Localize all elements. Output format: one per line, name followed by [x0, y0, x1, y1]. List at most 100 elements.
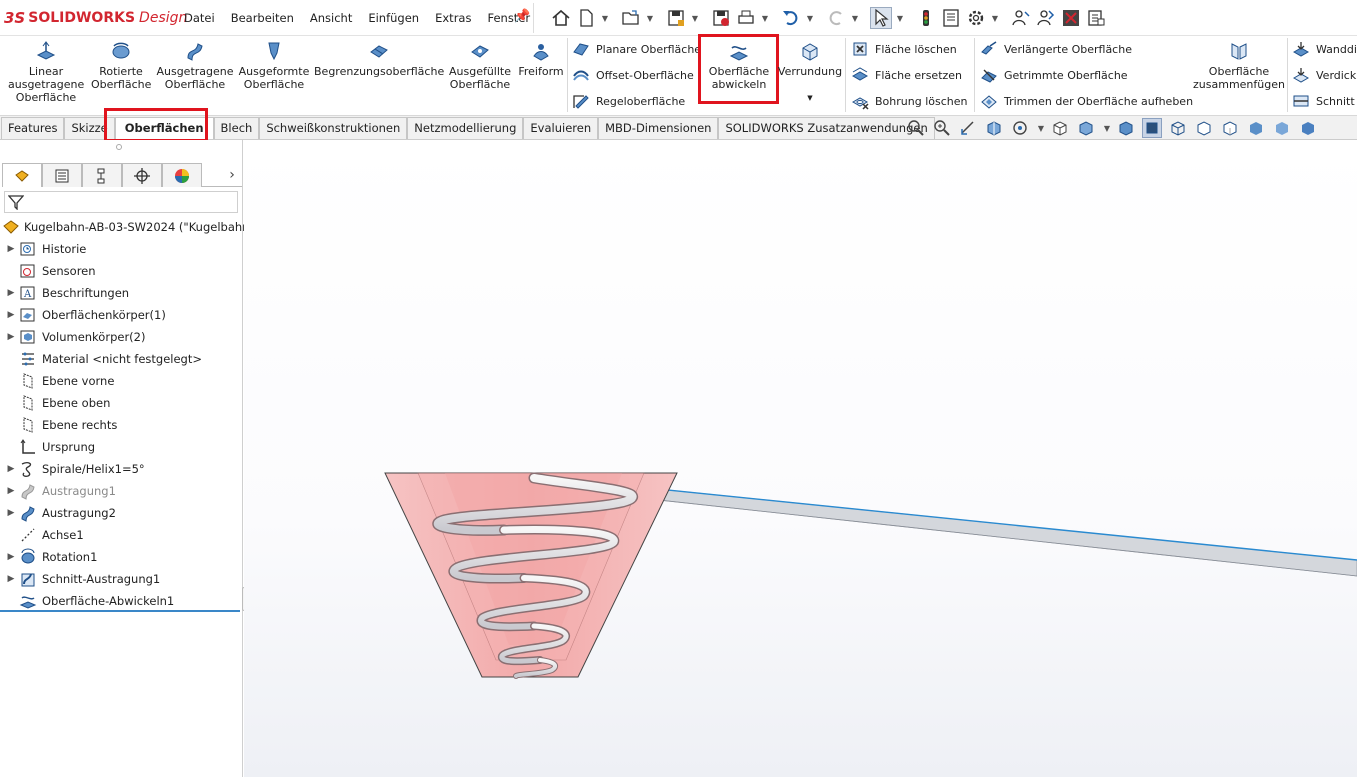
- property-manager-tab-icon[interactable]: [42, 163, 82, 187]
- delete-hole-button[interactable]: Bohrung löschen: [851, 91, 967, 111]
- feature-manager-tab-icon[interactable]: [2, 163, 42, 187]
- display-style-icon[interactable]: [1076, 118, 1096, 138]
- offset-surface-button[interactable]: Offset-Oberfläche: [572, 65, 694, 85]
- tree-item-solid-bodies[interactable]: ▶ Volumenkörper(2): [0, 326, 243, 348]
- save-icon[interactable]: [665, 7, 687, 29]
- previous-view-icon[interactable]: [958, 118, 978, 138]
- tab-features[interactable]: Features: [1, 117, 65, 139]
- expand-arrow-icon[interactable]: ▶: [4, 288, 18, 298]
- expand-arrow-icon[interactable]: ▶: [4, 244, 18, 254]
- wireframe-icon[interactable]: [1168, 118, 1188, 138]
- replace-face-button[interactable]: Fläche ersetzen: [851, 65, 962, 85]
- menu-ansicht[interactable]: Ansicht: [302, 11, 360, 25]
- swept-surface-button[interactable]: Ausgetragene Oberfläche: [156, 40, 234, 91]
- new-document-icon[interactable]: [575, 7, 597, 29]
- ruled-surface-button[interactable]: Regeloberfläche: [572, 91, 685, 111]
- options-gear-icon[interactable]: [965, 7, 987, 29]
- print-icon[interactable]: [735, 7, 757, 29]
- hidden-lines-removed-icon[interactable]: [1194, 118, 1214, 138]
- dynamic-annotation-icon[interactable]: [1010, 118, 1030, 138]
- configuration-manager-tab-icon[interactable]: [82, 163, 122, 187]
- expand-arrow-icon[interactable]: ▶: [4, 486, 18, 496]
- shaded-icon[interactable]: [1246, 118, 1266, 138]
- expand-arrow-icon[interactable]: ▶: [4, 574, 18, 584]
- menu-datei[interactable]: Datei: [176, 11, 223, 25]
- chevron-down-icon[interactable]: ▼: [990, 14, 1000, 23]
- realview-icon[interactable]: [1298, 118, 1318, 138]
- tree-item-beschriftungen[interactable]: ▶ A Beschriftungen: [0, 282, 243, 304]
- file-properties-icon[interactable]: [940, 7, 962, 29]
- select-cursor-icon[interactable]: [870, 7, 892, 29]
- hidden-lines-visible-icon[interactable]: [1142, 118, 1162, 138]
- expand-arrow-icon[interactable]: ▶: [4, 552, 18, 562]
- chevron-right-icon[interactable]: ›: [222, 163, 242, 186]
- user-settings-icon[interactable]: [1010, 7, 1032, 29]
- tree-item-axis1[interactable]: Achse1: [0, 524, 243, 546]
- tab-netzmodellierung[interactable]: Netzmodellierung: [407, 117, 524, 139]
- tree-item-revolve1[interactable]: ▶ Rotation1: [0, 546, 243, 568]
- shaded-perspective-icon[interactable]: [1272, 118, 1292, 138]
- chevron-down-icon[interactable]: ▼: [807, 92, 812, 105]
- extend-surface-button[interactable]: Verlängerte Oberfläche: [980, 39, 1132, 59]
- trim-surface-button[interactable]: Getrimmte Oberfläche: [980, 65, 1128, 85]
- tree-item-helix[interactable]: ▶ Spirale/Helix1=5°: [0, 458, 243, 480]
- menu-einfuegen[interactable]: Einfügen: [360, 11, 427, 25]
- chevron-down-icon[interactable]: ▼: [760, 14, 770, 23]
- redo-icon[interactable]: [825, 7, 847, 29]
- display-manager-tab-icon[interactable]: [162, 163, 202, 187]
- chevron-down-icon[interactable]: ▼: [805, 14, 815, 23]
- tree-root-part[interactable]: Kugelbahn-AB-03-SW2024 ("Kugelbahn-: [0, 216, 254, 238]
- tree-filter-input[interactable]: [4, 191, 238, 213]
- hidden-lines-gray-icon[interactable]: [1220, 118, 1240, 138]
- panel-resize-handle[interactable]: [116, 144, 122, 150]
- zoom-to-fit-icon[interactable]: [906, 118, 926, 138]
- chevron-down-icon[interactable]: ▼: [690, 14, 700, 23]
- tree-item-right-plane[interactable]: Ebene rechts: [0, 414, 243, 436]
- tree-item-surface-flatten1[interactable]: Oberfläche-Abwickeln1: [0, 590, 243, 612]
- expand-arrow-icon[interactable]: ▶: [4, 332, 18, 342]
- menu-extras[interactable]: Extras: [427, 11, 479, 25]
- toolbox-icon[interactable]: [1060, 7, 1082, 29]
- tab-schweisskonstruktionen[interactable]: Schweißkonstruktionen: [259, 117, 408, 139]
- tree-item-swept-cut1[interactable]: ▶ Schnitt-Austragung1: [0, 568, 243, 590]
- boundary-surface-button[interactable]: Begrenzungsoberfläche: [314, 40, 444, 78]
- tree-item-front-plane[interactable]: Ebene vorne: [0, 370, 243, 392]
- save-warning-icon[interactable]: [710, 7, 732, 29]
- lofted-surface-button[interactable]: Ausgeformte Oberfläche: [238, 40, 310, 91]
- dimxpert-manager-tab-icon[interactable]: [122, 163, 162, 187]
- tree-item-top-plane[interactable]: Ebene oben: [0, 392, 243, 414]
- zoom-to-area-icon[interactable]: [932, 118, 952, 138]
- open-folder-icon[interactable]: [620, 7, 642, 29]
- filled-surface-button[interactable]: Ausgefüllte Oberfläche: [446, 40, 514, 91]
- chevron-down-icon[interactable]: ▼: [645, 14, 655, 23]
- tree-item-origin[interactable]: Ursprung: [0, 436, 243, 458]
- tab-evaluieren[interactable]: Evaluieren: [523, 117, 599, 139]
- user-collaboration-icon[interactable]: [1035, 7, 1057, 29]
- pin-icon[interactable]: 📌: [514, 9, 530, 24]
- tree-item-sensoren[interactable]: Sensoren: [0, 260, 243, 282]
- thickened-cut-button[interactable]: Verdick: [1292, 65, 1356, 85]
- solidworks-logo[interactable]: 3S SOLIDWORKS Design: [4, 9, 187, 27]
- graphics-area[interactable]: [244, 140, 1357, 777]
- expand-arrow-icon[interactable]: ▶: [4, 310, 18, 320]
- tab-blech[interactable]: Blech: [213, 117, 260, 139]
- view-orientation-icon[interactable]: [1050, 118, 1070, 138]
- untrim-surface-button[interactable]: Trimmen der Oberfläche aufheben: [980, 91, 1193, 111]
- chevron-down-icon[interactable]: ▼: [600, 14, 610, 23]
- expand-arrow-icon[interactable]: ▶: [4, 508, 18, 518]
- fillet-button[interactable]: Verrundung ▼: [778, 40, 842, 105]
- section-view-icon[interactable]: [984, 118, 1004, 138]
- undo-icon[interactable]: [780, 7, 802, 29]
- freeform-button[interactable]: Freiform: [516, 40, 566, 78]
- rebuild-traffic-light-icon[interactable]: [915, 7, 937, 29]
- tab-solidworks-zusatzanwendungen[interactable]: SOLIDWORKS Zusatzanwendungen: [718, 117, 935, 139]
- linear-sweep-surface-button[interactable]: Linear ausgetragene Oberfläche: [8, 40, 84, 104]
- tree-item-sweep1[interactable]: ▶ Austragung1: [0, 480, 243, 502]
- revolved-surface-button[interactable]: Rotierte Oberfläche: [90, 40, 152, 91]
- knit-surface-button[interactable]: Oberfläche zusammenfügen: [1192, 40, 1286, 91]
- tree-item-sweep2[interactable]: ▶ Austragung2: [0, 502, 243, 524]
- chevron-down-icon[interactable]: ▼: [1102, 124, 1112, 133]
- tree-item-historie[interactable]: ▶ Historie: [0, 238, 243, 260]
- menu-bearbeiten[interactable]: Bearbeiten: [223, 11, 302, 25]
- expand-arrow-icon[interactable]: ▶: [4, 464, 18, 474]
